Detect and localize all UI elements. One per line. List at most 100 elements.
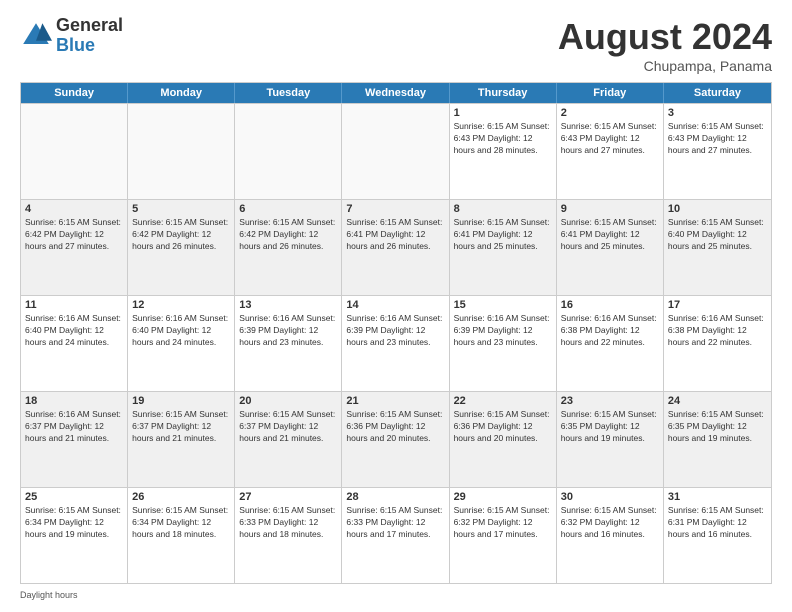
- logo-text: General Blue: [56, 16, 123, 56]
- day-info: Sunrise: 6:16 AM Sunset: 6:39 PM Dayligh…: [346, 313, 444, 349]
- day-info: Sunrise: 6:16 AM Sunset: 6:40 PM Dayligh…: [25, 313, 123, 349]
- calendar-cell: 19Sunrise: 6:15 AM Sunset: 6:37 PM Dayli…: [128, 392, 235, 487]
- calendar-cell: [21, 104, 128, 199]
- day-number: 30: [561, 491, 659, 503]
- day-info: Sunrise: 6:15 AM Sunset: 6:37 PM Dayligh…: [239, 409, 337, 445]
- calendar-header-friday: Friday: [557, 83, 664, 103]
- day-info: Sunrise: 6:15 AM Sunset: 6:43 PM Dayligh…: [454, 121, 552, 157]
- calendar-cell: 10Sunrise: 6:15 AM Sunset: 6:40 PM Dayli…: [664, 200, 771, 295]
- day-number: 8: [454, 203, 552, 215]
- calendar-cell: 11Sunrise: 6:16 AM Sunset: 6:40 PM Dayli…: [21, 296, 128, 391]
- calendar-header-monday: Monday: [128, 83, 235, 103]
- day-info: Sunrise: 6:15 AM Sunset: 6:42 PM Dayligh…: [239, 217, 337, 253]
- day-number: 16: [561, 299, 659, 311]
- calendar-header-saturday: Saturday: [664, 83, 771, 103]
- calendar-row-4: 18 Sunrise: 6:16 AM Sunset: 6:37 PM Dayli…: [21, 391, 771, 487]
- day-info: Sunrise: 6:15 AM Sunset: 6:32 PM Dayligh…: [454, 505, 552, 541]
- logo-icon: [20, 20, 52, 52]
- calendar-header-sunday: Sunday: [21, 83, 128, 103]
- day-number: 3: [668, 107, 767, 119]
- calendar-cell: 13 Sunrise: 6:16 AM Sunset: 6:39 PM Dayli…: [235, 296, 342, 391]
- day-info: Sunrise: 6:15 AM Sunset: 6:35 PM Dayligh…: [561, 409, 659, 445]
- day-info: Sunrise: 6:15 AM Sunset: 6:34 PM Dayligh…: [25, 505, 123, 541]
- day-info: Sunrise: 6:16 AM Sunset: 6:38 PM Dayligh…: [668, 313, 767, 349]
- calendar-cell: 25 Sunrise: 6:15 AM Sunset: 6:34 PM Dayli…: [21, 488, 128, 583]
- calendar-cell: 18 Sunrise: 6:16 AM Sunset: 6:37 PM Dayli…: [21, 392, 128, 487]
- day-info: Sunrise: 6:15 AM Sunset: 6:32 PM Dayligh…: [561, 505, 659, 541]
- day-number: 24: [668, 395, 767, 407]
- logo-blue-text: Blue: [56, 36, 123, 56]
- calendar-cell: 8 Sunrise: 6:15 AM Sunset: 6:41 PM Daylig…: [450, 200, 557, 295]
- day-number: 14: [346, 299, 444, 311]
- calendar-cell: 23 Sunrise: 6:15 AM Sunset: 6:35 PM Dayli…: [557, 392, 664, 487]
- calendar-cell: 29 Sunrise: 6:15 AM Sunset: 6:32 PM Dayli…: [450, 488, 557, 583]
- calendar-header-tuesday: Tuesday: [235, 83, 342, 103]
- calendar-row-2: 4Sunrise: 6:15 AM Sunset: 6:42 PM Daylig…: [21, 199, 771, 295]
- day-number: 1: [454, 107, 552, 119]
- calendar-cell: 15Sunrise: 6:16 AM Sunset: 6:39 PM Dayli…: [450, 296, 557, 391]
- calendar-cell: 24 Sunrise: 6:15 AM Sunset: 6:35 PM Dayli…: [664, 392, 771, 487]
- calendar-cell: 2Sunrise: 6:15 AM Sunset: 6:43 PM Daylig…: [557, 104, 664, 199]
- day-number: 25: [25, 491, 123, 503]
- calendar-cell: 28 Sunrise: 6:15 AM Sunset: 6:33 PM Dayli…: [342, 488, 449, 583]
- day-info: Sunrise: 6:15 AM Sunset: 6:35 PM Dayligh…: [668, 409, 767, 445]
- calendar-cell: 30 Sunrise: 6:15 AM Sunset: 6:32 PM Dayli…: [557, 488, 664, 583]
- day-number: 21: [346, 395, 444, 407]
- day-number: 13: [239, 299, 337, 311]
- day-number: 10: [668, 203, 767, 215]
- location-subtitle: Chupampa, Panama: [558, 58, 772, 74]
- calendar-cell: 12 Sunrise: 6:16 AM Sunset: 6:40 PM Dayli…: [128, 296, 235, 391]
- calendar-cell: [342, 104, 449, 199]
- calendar-cell: [128, 104, 235, 199]
- calendar-cell: 16Sunrise: 6:16 AM Sunset: 6:38 PM Dayli…: [557, 296, 664, 391]
- day-info: Sunrise: 6:16 AM Sunset: 6:40 PM Dayligh…: [132, 313, 230, 349]
- day-number: 5: [132, 203, 230, 215]
- calendar-header: SundayMondayTuesdayWednesdayThursdayFrid…: [21, 83, 771, 103]
- day-info: Sunrise: 6:15 AM Sunset: 6:42 PM Dayligh…: [25, 217, 123, 253]
- day-info: Sunrise: 6:15 AM Sunset: 6:43 PM Dayligh…: [561, 121, 659, 157]
- day-number: 7: [346, 203, 444, 215]
- day-number: 17: [668, 299, 767, 311]
- calendar-cell: 26Sunrise: 6:15 AM Sunset: 6:34 PM Dayli…: [128, 488, 235, 583]
- day-number: 29: [454, 491, 552, 503]
- day-info: Sunrise: 6:15 AM Sunset: 6:33 PM Dayligh…: [346, 505, 444, 541]
- calendar-cell: 14 Sunrise: 6:16 AM Sunset: 6:39 PM Dayli…: [342, 296, 449, 391]
- day-number: 6: [239, 203, 337, 215]
- calendar-row-5: 25 Sunrise: 6:15 AM Sunset: 6:34 PM Dayli…: [21, 487, 771, 583]
- footer: Daylight hours: [20, 590, 772, 600]
- calendar-cell: 20Sunrise: 6:15 AM Sunset: 6:37 PM Dayli…: [235, 392, 342, 487]
- calendar-cell: 27Sunrise: 6:15 AM Sunset: 6:33 PM Dayli…: [235, 488, 342, 583]
- calendar-cell: 4Sunrise: 6:15 AM Sunset: 6:42 PM Daylig…: [21, 200, 128, 295]
- calendar-cell: 22 Sunrise: 6:15 AM Sunset: 6:36 PM Dayli…: [450, 392, 557, 487]
- day-number: 23: [561, 395, 659, 407]
- calendar-cell: 9 Sunrise: 6:15 AM Sunset: 6:41 PM Daylig…: [557, 200, 664, 295]
- day-number: 27: [239, 491, 337, 503]
- day-info: Sunrise: 6:15 AM Sunset: 6:41 PM Dayligh…: [346, 217, 444, 253]
- day-info: Sunrise: 6:15 AM Sunset: 6:41 PM Dayligh…: [561, 217, 659, 253]
- calendar-cell: 7 Sunrise: 6:15 AM Sunset: 6:41 PM Daylig…: [342, 200, 449, 295]
- day-number: 28: [346, 491, 444, 503]
- day-info: Sunrise: 6:15 AM Sunset: 6:41 PM Dayligh…: [454, 217, 552, 253]
- footer-label: Daylight hours: [20, 590, 78, 600]
- day-info: Sunrise: 6:15 AM Sunset: 6:36 PM Dayligh…: [454, 409, 552, 445]
- day-number: 31: [668, 491, 767, 503]
- calendar-row-3: 11Sunrise: 6:16 AM Sunset: 6:40 PM Dayli…: [21, 295, 771, 391]
- calendar-cell: 21 Sunrise: 6:15 AM Sunset: 6:36 PM Dayli…: [342, 392, 449, 487]
- title-block: August 2024 Chupampa, Panama: [558, 16, 772, 74]
- day-info: Sunrise: 6:16 AM Sunset: 6:39 PM Dayligh…: [239, 313, 337, 349]
- day-number: 12: [132, 299, 230, 311]
- header: General Blue August 2024 Chupampa, Panam…: [20, 16, 772, 74]
- logo-general-text: General: [56, 16, 123, 36]
- calendar-header-wednesday: Wednesday: [342, 83, 449, 103]
- day-info: Sunrise: 6:16 AM Sunset: 6:37 PM Dayligh…: [25, 409, 123, 445]
- day-number: 9: [561, 203, 659, 215]
- day-number: 22: [454, 395, 552, 407]
- calendar-cell: 17 Sunrise: 6:16 AM Sunset: 6:38 PM Dayli…: [664, 296, 771, 391]
- logo: General Blue: [20, 16, 123, 56]
- day-number: 18: [25, 395, 123, 407]
- calendar-cell: 31Sunrise: 6:15 AM Sunset: 6:31 PM Dayli…: [664, 488, 771, 583]
- day-info: Sunrise: 6:15 AM Sunset: 6:36 PM Dayligh…: [346, 409, 444, 445]
- page: General Blue August 2024 Chupampa, Panam…: [0, 0, 792, 612]
- day-info: Sunrise: 6:15 AM Sunset: 6:43 PM Dayligh…: [668, 121, 767, 157]
- day-number: 26: [132, 491, 230, 503]
